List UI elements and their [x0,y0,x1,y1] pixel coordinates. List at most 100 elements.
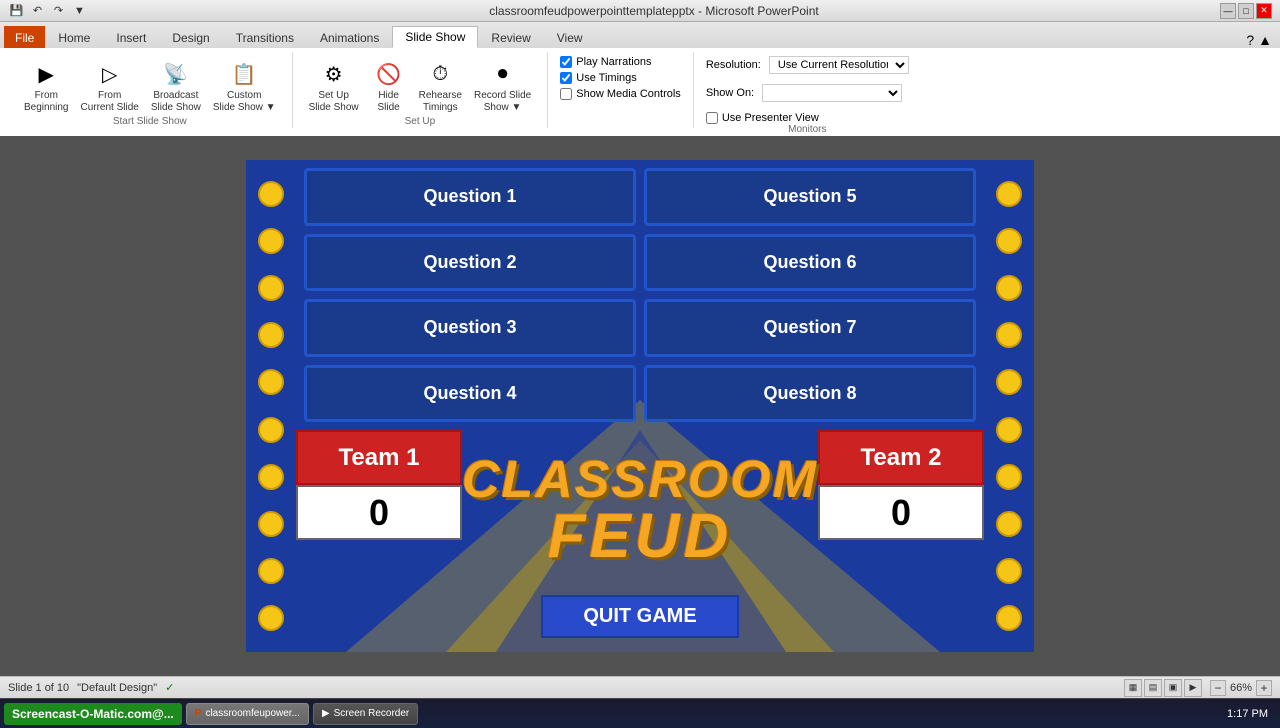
dot [258,181,284,207]
broadcast-btn[interactable]: 📡 BroadcastSlide Show [147,56,205,116]
right-dot-column [984,160,1034,652]
bottom-section: Team 1 0 CLASSROOM FEUD QUIT GAME [296,430,984,652]
dot [996,181,1022,207]
center-logo: CLASSROOM FEUD QUIT GAME [462,430,818,652]
dot [258,605,284,631]
maximize-btn[interactable]: □ [1238,3,1254,19]
dot [996,275,1022,301]
normal-view-btn[interactable]: ▦ [1124,679,1142,697]
record-label: Record SlideShow ▼ [474,90,531,114]
custom-slideshow-btn[interactable]: 📋 CustomSlide Show ▼ [209,56,280,116]
dot [996,511,1022,537]
save-quick-btn[interactable]: 💾 [8,2,25,20]
slide-canvas: Question 1 Question 5 Question 2 Questio… [246,160,1034,652]
zoom-out-btn[interactable]: − [1210,680,1226,696]
presenter-view-check[interactable]: Use Presenter View [706,112,819,124]
record-btn[interactable]: ⏺ Record SlideShow ▼ [470,56,535,116]
setup-slideshow-btn[interactable]: ⚙ Set UpSlide Show [305,56,363,116]
broadcast-icon: 📡 [160,58,192,90]
question-4-btn[interactable]: Question 4 [304,365,636,423]
use-timings-check[interactable]: Use Timings [560,72,637,84]
ribbon-group-start-slideshow: ▶ FromBeginning ▷ FromCurrent Slide 📡 Br… [8,52,293,128]
from-beginning-label: FromBeginning [24,90,68,114]
group-label-setup: Set Up [405,116,436,129]
tab-design[interactable]: Design [159,26,222,48]
custom-label: CustomSlide Show ▼ [213,90,276,114]
dot [258,322,284,348]
hide-slide-btn[interactable]: 🚫 HideSlide [367,56,411,116]
title-bar: 💾 ↶ ↷ ▼ classroomfeudpowerpointtemplatep… [0,0,1280,22]
from-beginning-btn[interactable]: ▶ FromBeginning [20,56,72,116]
slideshow-view-btn[interactable]: ▶ [1184,679,1202,697]
group-label-start: Start Slide Show [113,116,187,129]
tab-animations[interactable]: Animations [307,26,392,48]
taskbar-powerpoint[interactable]: P classroomfeupower... [186,703,309,725]
question-8-btn[interactable]: Question 8 [644,365,976,423]
zoom-control: − 66% + [1210,680,1272,696]
question-1-btn[interactable]: Question 1 [304,168,636,226]
tab-transitions[interactable]: Transitions [223,26,307,48]
dot [996,464,1022,490]
slide-area: Question 1 Question 5 Question 2 Questio… [0,136,1280,676]
feud-text: FEUD [462,506,818,568]
hide-icon: 🚫 [373,58,405,90]
dot [996,228,1022,254]
question-2-btn[interactable]: Question 2 [304,234,636,292]
tab-insert[interactable]: Insert [103,26,159,48]
slide-sorter-btn[interactable]: ▤ [1144,679,1162,697]
help-btn[interactable]: ? [1246,32,1254,48]
team1-score: 0 [296,485,462,540]
tab-view[interactable]: View [544,26,596,48]
tab-review[interactable]: Review [478,26,543,48]
play-narrations-check[interactable]: Play Narrations [560,56,651,68]
use-timings-label: Use Timings [576,72,637,84]
recorder-label: Screen Recorder [334,708,410,719]
setup-icon: ⚙ [318,58,350,90]
question-5-btn[interactable]: Question 5 [644,168,976,226]
title-bar-text: classroomfeudpowerpointtemplatepptx - Mi… [88,4,1220,18]
minimize-btn[interactable]: — [1220,3,1236,19]
minimize-ribbon-btn[interactable]: ▲ [1258,32,1272,48]
show-media-label: Show Media Controls [576,88,681,100]
slide-content: Question 1 Question 5 Question 2 Questio… [246,160,1034,652]
taskbar-screen-recorder[interactable]: ▶ Screen Recorder [313,703,418,725]
team2-score-value: 0 [891,492,911,534]
team2-name-btn[interactable]: Team 2 [818,430,984,485]
rehearse-icon: ⏱ [424,58,456,90]
resolution-select[interactable]: Use Current Resolution [769,56,909,74]
question-3-btn[interactable]: Question 3 [304,299,636,357]
from-current-icon: ▷ [94,58,126,90]
from-current-slide-btn[interactable]: ▷ FromCurrent Slide [76,56,142,116]
question-6-btn[interactable]: Question 6 [644,234,976,292]
play-narrations-label: Play Narrations [576,56,651,68]
show-on-select[interactable] [762,84,902,102]
quit-game-btn[interactable]: QUIT GAME [541,595,738,638]
show-media-check[interactable]: Show Media Controls [560,88,681,100]
powerpoint-label: classroomfeupower... [205,708,300,719]
team1-name-btn[interactable]: Team 1 [296,430,462,485]
broadcast-label: BroadcastSlide Show [151,90,201,114]
from-beginning-icon: ▶ [30,58,62,90]
redo-quick-btn[interactable]: ↷ [50,2,67,20]
rehearse-btn[interactable]: ⏱ RehearseTimings [415,56,466,116]
ribbon-tabs: File Home Insert Design Transitions Anim… [0,22,1280,48]
team1-name-label: Team 1 [339,444,420,472]
tab-slideshow[interactable]: Slide Show [392,26,478,48]
ribbon-content: ▶ FromBeginning ▷ FromCurrent Slide 📡 Br… [0,48,1280,136]
close-btn[interactable]: ✕ [1256,3,1272,19]
team1-score-value: 0 [369,492,389,534]
question-7-btn[interactable]: Question 7 [644,299,976,357]
slide-canvas-wrapper: Question 1 Question 5 Question 2 Questio… [0,136,1280,676]
dot [258,228,284,254]
classroom-text: CLASSROOM [462,454,818,506]
undo-quick-btn[interactable]: ↶ [29,2,46,20]
reading-view-btn[interactable]: ▣ [1164,679,1182,697]
status-bar: Slide 1 of 10 "Default Design" ✓ ▦ ▤ ▣ ▶… [0,676,1280,698]
team1-section: Team 1 0 [296,430,462,652]
tab-file[interactable]: File [4,26,45,48]
zoom-in-btn[interactable]: + [1256,680,1272,696]
screencast-btn[interactable]: Screencast-O-Matic.com@... [4,703,182,725]
tab-home[interactable]: Home [45,26,103,48]
dot [996,417,1022,443]
more-quick-btn[interactable]: ▼ [71,2,88,20]
